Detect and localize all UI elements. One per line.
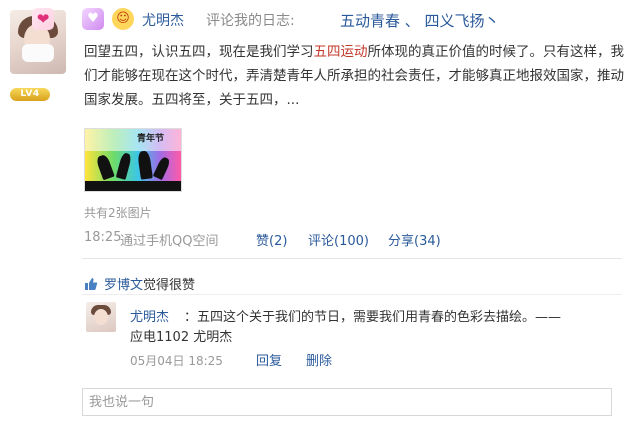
reply-button[interactable]: 回复 [256, 350, 282, 369]
post-source: 通过手机QQ空间 [120, 234, 219, 249]
poster-title: 青年节 [137, 134, 165, 144]
divider [82, 258, 622, 259]
post-time: 18:25 [84, 230, 122, 245]
image-count: 共有2张图片 [84, 206, 152, 220]
blog-title-link[interactable]: 五动青春 、 四义飞扬丶 [340, 10, 500, 31]
hearts-badge-icon: ❤ [32, 8, 54, 30]
likes-row: 罗博文觉得很赞 [84, 274, 195, 293]
post-body-highlight: 五四运动 [313, 44, 368, 60]
comment-button[interactable]: 评论(100) [308, 230, 369, 249]
action-text: 评论我的日志: [206, 13, 295, 29]
purple-heart-badge-icon: ♥ [82, 8, 104, 30]
smile-badge-icon: ☺ [112, 8, 134, 30]
like-button[interactable]: 赞(2) [256, 230, 287, 249]
post-body-text-1: 回望五四，认识五四，现在是我们学习 [84, 44, 314, 60]
comment-input[interactable] [82, 388, 612, 416]
post-image-thumbnail[interactable]: 青年节 [84, 128, 182, 192]
post-author-name[interactable]: 尤明杰 [142, 10, 184, 30]
share-button[interactable]: 分享(34) [388, 230, 441, 249]
comment-text-line2: 应电1102 尤明杰 [130, 330, 233, 345]
level-badge-icon: LV4 [10, 88, 50, 101]
comment-text-line1: ：五四这个关于我们的节日，需要我们用青春的色彩去描绘。—— [184, 310, 562, 325]
commenter-avatar[interactable] [86, 302, 116, 332]
thumbs-up-icon [85, 278, 98, 290]
comment-author[interactable]: 尤明杰 [130, 306, 169, 325]
divider [82, 294, 622, 295]
post-body: 回望五四，认识五四，现在是我们学习五四运动所体现的真正价值的时候了。只有这样，我… [84, 40, 624, 112]
comment-time: 05月04日 18:25 [130, 354, 223, 368]
likes-text: 觉得很赞 [143, 278, 196, 293]
delete-button[interactable]: 删除 [306, 350, 332, 369]
liker-name[interactable]: 罗博文 [104, 278, 143, 293]
